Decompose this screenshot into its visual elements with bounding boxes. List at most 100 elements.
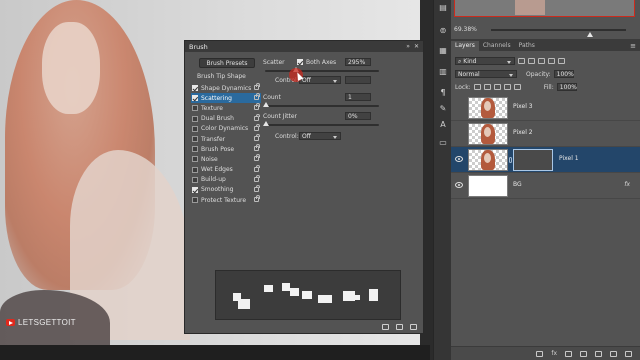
brush-option-brush-pose[interactable]: Brush Pose — [191, 144, 261, 154]
close-icon[interactable]: ✕ — [414, 43, 419, 50]
filter-shape-icon[interactable] — [548, 58, 555, 64]
history-icon[interactable]: ▤ — [438, 3, 448, 13]
add-style-icon[interactable]: fx — [551, 350, 557, 357]
grid-icon[interactable] — [396, 324, 403, 330]
lock-icon[interactable] — [254, 195, 260, 203]
properties-icon[interactable]: ▭ — [438, 138, 448, 148]
lock-position-icon[interactable] — [493, 84, 501, 90]
brush-option-smoothing[interactable]: Smoothing — [191, 184, 261, 195]
filter-adjustment-icon[interactable] — [528, 58, 535, 64]
lock-icon[interactable] — [254, 103, 260, 111]
swatches-icon[interactable]: ▥ — [438, 67, 448, 77]
adjustment-layer-icon[interactable] — [580, 350, 587, 357]
lock-icon[interactable] — [254, 184, 260, 192]
option-checkbox[interactable] — [192, 186, 198, 193]
count-value[interactable]: 1 — [345, 93, 371, 101]
brush-option-color-dynamics[interactable]: Color Dynamics — [191, 123, 261, 134]
fill-input[interactable]: 100% — [556, 83, 577, 91]
new-layer-icon[interactable] — [610, 350, 617, 357]
option-checkbox[interactable] — [192, 125, 198, 132]
option-checkbox[interactable] — [192, 85, 198, 92]
option-checkbox[interactable] — [192, 146, 198, 153]
option-checkbox[interactable] — [192, 105, 198, 112]
link-layers-icon[interactable] — [536, 350, 544, 357]
group-icon[interactable] — [595, 350, 602, 357]
brush-presets-button[interactable]: Brush Presets — [199, 58, 255, 68]
tab-channels[interactable]: Channels — [479, 41, 515, 51]
brush-option-scattering[interactable]: Scattering — [191, 93, 261, 104]
layer-effects-icon[interactable]: fx — [624, 181, 630, 188]
lock-icon[interactable] — [254, 83, 260, 90]
paragraph-icon[interactable]: ¶ — [438, 88, 448, 98]
lock-icon[interactable] — [254, 113, 260, 121]
lock-pixels-icon[interactable] — [483, 84, 491, 90]
option-checkbox[interactable] — [192, 95, 198, 102]
delete-layer-icon[interactable] — [625, 350, 632, 357]
tab-paths[interactable]: Paths — [515, 41, 539, 51]
option-checkbox[interactable] — [192, 136, 198, 143]
brush-panel-icon[interactable]: ✎ — [438, 104, 448, 114]
lock-icon[interactable] — [254, 133, 260, 141]
brush-option-noise[interactable]: Noise — [191, 154, 261, 164]
collapse-icon[interactable]: » — [406, 43, 410, 50]
layer-row-bg[interactable]: BG fx — [451, 173, 640, 199]
mask-link-icon[interactable] — [509, 157, 512, 163]
lock-icon[interactable] — [254, 174, 260, 182]
navigator-icon[interactable]: ⊚ — [438, 26, 448, 36]
lock-artboard-icon[interactable] — [503, 84, 511, 90]
color-icon[interactable]: ▦ — [438, 46, 448, 56]
count-slider-thumb[interactable] — [263, 102, 269, 107]
layer-row-pixel-1[interactable]: Pixel 1 — [451, 147, 640, 173]
navigator-thumbnail[interactable] — [454, 0, 635, 17]
lock-icon[interactable] — [254, 93, 260, 101]
visibility-eye-icon[interactable] — [455, 156, 463, 162]
scatter-value[interactable]: 295% — [345, 58, 371, 66]
count-jitter-value[interactable]: 0% — [345, 112, 371, 120]
brush-option-shape-dynamics[interactable]: Shape Dynamics — [191, 83, 261, 93]
new-brush-icon[interactable] — [410, 324, 417, 330]
count-slider[interactable] — [263, 102, 379, 107]
toggle-preview-icon[interactable] — [382, 324, 389, 330]
option-checkbox[interactable] — [192, 197, 198, 204]
character-icon[interactable]: A — [438, 120, 448, 130]
zoom-slider[interactable] — [491, 29, 626, 37]
brush-panel[interactable]: Brush » ✕ Brush Presets Brush Tip Shape … — [184, 40, 424, 334]
option-checkbox[interactable] — [192, 115, 198, 122]
control2-select[interactable]: Off — [299, 132, 341, 140]
filter-kind-select[interactable]: ⌕ Kind — [455, 57, 515, 65]
filter-smart-icon[interactable] — [558, 58, 565, 64]
add-mask-icon[interactable] — [565, 350, 572, 357]
brush-option-protect-texture[interactable]: Protect Texture — [191, 195, 261, 205]
filter-pixel-icon[interactable] — [518, 58, 525, 64]
lock-transparency-icon[interactable] — [473, 84, 481, 90]
count-jitter-slider-thumb[interactable] — [263, 121, 269, 126]
control-select[interactable]: Off — [299, 76, 341, 84]
both-axes-checkbox[interactable] — [297, 59, 303, 65]
layer-row-pixel-2[interactable]: Pixel 2 — [451, 121, 640, 147]
panel-menu-icon[interactable]: ≡ — [630, 42, 636, 50]
opacity-input[interactable]: 100% — [553, 70, 574, 78]
lock-all-icon[interactable] — [513, 84, 521, 90]
layer-mask-thumbnail[interactable] — [513, 149, 553, 171]
layer-row-pixel-3[interactable]: Pixel 3 — [451, 95, 640, 121]
lock-icon[interactable] — [254, 164, 260, 172]
brush-option-texture[interactable]: Texture — [191, 103, 261, 113]
brush-tip-shape-item[interactable]: Brush Tip Shape — [191, 73, 261, 80]
brush-panel-titlebar[interactable]: Brush » ✕ — [185, 41, 423, 52]
brush-option-dual-brush[interactable]: Dual Brush — [191, 113, 261, 124]
zoom-value[interactable]: 69.38% — [454, 26, 477, 33]
scatter-slider[interactable] — [265, 67, 379, 72]
tab-layers[interactable]: Layers — [451, 41, 479, 51]
brush-option-build-up[interactable]: Build-up — [191, 174, 261, 185]
blend-mode-select[interactable]: Normal — [455, 70, 517, 78]
filter-type-icon[interactable] — [538, 58, 545, 64]
option-checkbox[interactable] — [192, 166, 198, 173]
count-jitter-slider[interactable] — [263, 121, 379, 126]
lock-icon[interactable] — [254, 144, 260, 152]
brush-option-wet-edges[interactable]: Wet Edges — [191, 164, 261, 175]
brush-option-transfer[interactable]: Transfer — [191, 133, 261, 144]
option-checkbox[interactable] — [192, 176, 198, 183]
lock-icon[interactable] — [254, 154, 260, 162]
zoom-slider-thumb[interactable] — [587, 32, 593, 37]
option-checkbox[interactable] — [192, 156, 198, 163]
